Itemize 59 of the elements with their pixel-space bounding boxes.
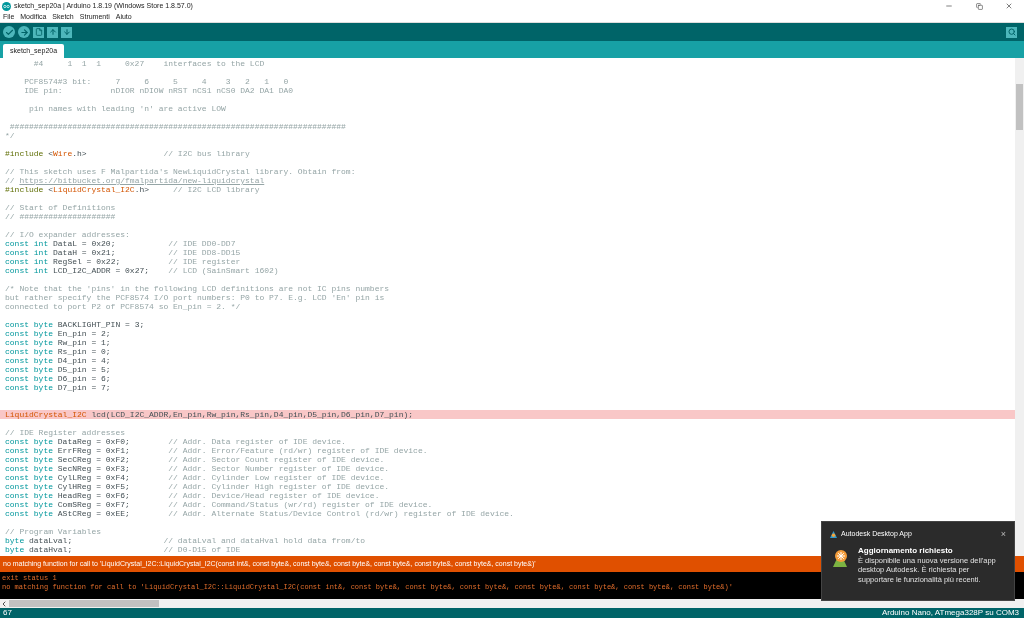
code-line: const byte Rw_pin = 1; (5, 338, 111, 347)
code-line: const byte BACKLIGHT_PIN = 3; (5, 320, 145, 329)
code-line: PCF8574#3 bit: 7 6 5 4 3 2 1 0 (23, 77, 289, 86)
save-button[interactable] (61, 26, 72, 38)
code-line: const byte D7_pin = 7; (5, 383, 111, 392)
code-line: byte dataLval; // dataLval and dataHval hold data from/to (5, 536, 366, 545)
line-number-status: 67 (3, 608, 12, 618)
code-line: const byte En_pin = 2; (5, 329, 111, 338)
restore-icon (975, 2, 983, 10)
code-line: IDE pin: nDIOR nDIOW nRST nCS1 nCS0 DA2 DA1 DA0 (23, 86, 294, 95)
update-burst-icon (830, 547, 850, 568)
code-line: #include <LiquidCrystal_I2C.h> // I2C LCD library (5, 185, 260, 194)
code-line: */ (5, 131, 15, 140)
code-line: const byte D6_pin = 6; (5, 374, 111, 383)
code-line: LiquidCrystal_I2C lcd(LCD_I2C_ADDR,En_pin,Rw_pin,Rs_pin,D4_pin,D5_pin,D6_pin,D7_pin); (5, 410, 414, 419)
code-line: const byte CylLReg = 0xF4; // Addr. Cylinder Low register of IDE device. (5, 473, 385, 482)
close-icon (1005, 2, 1013, 10)
code-line: // Start of Definitions (5, 203, 116, 212)
code-line: // #################### (5, 212, 116, 221)
code-line: pin names with leading 'n' are active LOW (28, 104, 226, 113)
code-line: const byte ComSReg = 0xF7; // Addr. Command/Status (wr/rd) register of IDE device. (5, 500, 433, 509)
code-line: #include <Wire.h> // I2C bus library (5, 149, 250, 158)
code-line: // This sketch uses F Malpartida's NewLiquidCrystal library. Obtain from: (5, 167, 356, 176)
code-line: but rather specify the PCF8574 I/O port numbers: P0 to P7. E.g. LCD 'En' pin is (5, 293, 385, 302)
code-line: const int DataL = 0x20; // IDE DD0-DD7 (5, 239, 236, 248)
code-line: const byte SecCReg = 0xF2; // Addr. Sector Count register of IDE device. (5, 455, 385, 464)
minimize-icon (945, 2, 953, 10)
new-button[interactable] (33, 26, 44, 38)
code-line: // IDE Register addresses (5, 428, 126, 437)
code-line: #4 1 1 1 0x27 interfaces to the LCD (32, 59, 265, 68)
code-line: const byte CylHReg = 0xF5; // Addr. Cylinder High register of IDE device. (5, 482, 390, 491)
code-line: const byte DataReg = 0xF0; // Addr. Data register of IDE device. (5, 437, 346, 446)
code-line: /* Note that the 'pins' in the following LCD definitions are not IC pins numbers (5, 284, 390, 293)
code-line: byte dataHval; // D0-D15 of IDE (5, 545, 241, 554)
code-line: const byte HeadReg = 0xF6; // Addr. Device/Head register of IDE device. (5, 491, 380, 500)
open-button[interactable] (47, 26, 58, 38)
notification-close-button[interactable]: × (1000, 529, 1006, 539)
code-line: const int LCD_I2C_ADDR = 0x27; // LCD (SainSmart 1602) (5, 266, 279, 275)
code-line: const byte AStCReg = 0xEE; // Addr. Alternate Status/Device Control (rd/wr) register of IDE device. (5, 509, 514, 518)
code-line: const byte SecNReg = 0xF3; // Addr. Sector Number register of IDE device. (5, 464, 390, 473)
code-line: const byte D5_pin = 5; (5, 365, 111, 374)
upload-button[interactable] (18, 26, 30, 38)
code-line: const byte Rs_pin = 0; (5, 347, 111, 356)
code-line: const byte D4_pin = 4; (5, 356, 111, 365)
notification-title: Aggiornamento richiesto (858, 545, 954, 556)
horizontal-scrollbar[interactable] (0, 599, 1024, 608)
code-line: // I/O expander addresses: (5, 230, 130, 239)
verify-button[interactable] (3, 26, 15, 38)
code-line: ###################################################################### (8, 122, 346, 131)
serial-monitor-button[interactable] (1006, 26, 1017, 38)
code-line: const int RegSel = 0x22; // IDE register (5, 257, 241, 266)
board-status: Arduino Nano, ATmega328P su COM3 (881, 608, 1019, 618)
code-line: // Program Variables (5, 527, 101, 536)
vertical-scrollbar[interactable] (1015, 58, 1024, 556)
code-line: // https://bitbucket.org/fmalpartida/new-liquidcrystal (5, 176, 265, 185)
code-line: connected to port P2 of PCF8574 so En_pin = 2. */ (5, 302, 241, 311)
code-line: const byte ErrFReg = 0xF1; // Addr. Error/Feature (rd/wr) register of IDE device. (5, 446, 428, 455)
code-line: const int DataH = 0x21; // IDE DD8-DD15 (5, 248, 241, 257)
app-logo-icon (830, 530, 837, 538)
